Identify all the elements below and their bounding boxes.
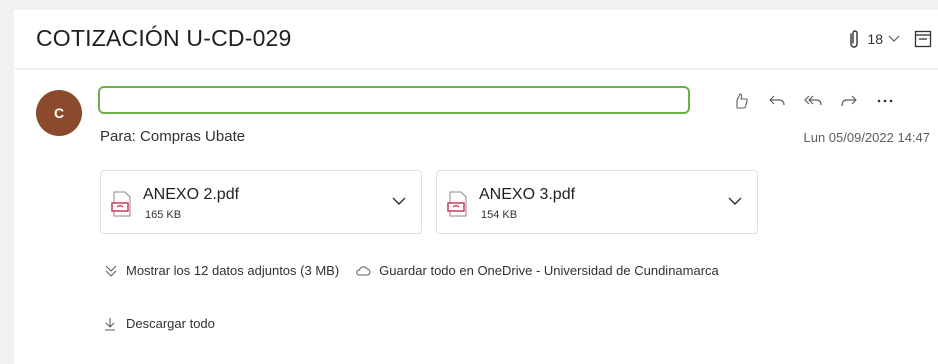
save-onedrive-link[interactable]: Guardar todo en OneDrive - Universidad d… — [355, 263, 719, 278]
show-all-label: Mostrar los 12 datos adjuntos (3 MB) — [126, 263, 340, 278]
reply-button[interactable] — [766, 90, 788, 112]
attachment-name: ANEXO 2.pdf — [143, 186, 240, 203]
show-all-link[interactable]: Mostrar los 12 datos adjuntos (3 MB) — [104, 263, 339, 278]
reply-icon — [769, 95, 785, 106]
attachment-card[interactable]: ANEXO 3.pdf 154 KB — [436, 170, 758, 234]
more-button[interactable] — [874, 90, 896, 112]
to-value[interactable]: Compras Ubate — [140, 128, 245, 145]
attachment-count: 18 — [867, 31, 883, 47]
avatar[interactable]: C — [36, 90, 82, 136]
message-body: C Para: Compras Ubate Lun 05/09/2022 14:… — [14, 70, 938, 364]
more-icon — [877, 99, 893, 103]
attachment-name: ANEXO 3.pdf — [479, 186, 576, 203]
paperclip-icon[interactable] — [847, 28, 861, 50]
pdf-file-icon — [447, 191, 467, 217]
subject-title: COTIZACIÓN U-CD-029 — [36, 25, 292, 51]
double-chevron-down-icon — [105, 265, 117, 277]
reading-pane-icon[interactable] — [914, 30, 932, 48]
like-button[interactable] — [730, 90, 752, 112]
message-date: Lun 05/09/2022 14:47 — [803, 130, 930, 145]
reply-all-icon — [804, 95, 822, 106]
download-icon — [105, 317, 115, 331]
attachment-size: 154 KB — [481, 209, 518, 221]
attachment-card[interactable]: ANEXO 2.pdf 165 KB — [100, 170, 422, 234]
sender-field[interactable] — [98, 86, 690, 114]
forward-button[interactable] — [838, 90, 860, 112]
forward-icon — [841, 95, 857, 107]
download-all-label: Descargar todo — [126, 316, 215, 331]
message-actions — [730, 90, 910, 112]
cloud-icon — [356, 265, 371, 275]
recipient-line: Para: Compras Ubate — [100, 128, 245, 145]
header-right: 18 — [847, 27, 932, 51]
to-label: Para: — [100, 128, 136, 145]
attachment-actions: Mostrar los 12 datos adjuntos (3 MB) Gua… — [104, 263, 719, 278]
pdf-file-icon — [111, 191, 131, 217]
chevron-down-icon[interactable] — [727, 195, 743, 207]
chevron-down-icon[interactable] — [888, 35, 900, 43]
save-onedrive-label: Guardar todo en OneDrive - Universidad d… — [379, 263, 719, 278]
reply-all-button[interactable] — [802, 90, 824, 112]
like-icon — [736, 93, 748, 109]
attachment-size: 165 KB — [145, 209, 182, 221]
message-header: COTIZACIÓN U-CD-029 18 — [14, 10, 938, 68]
chevron-down-icon[interactable] — [391, 195, 407, 207]
download-all-link[interactable]: Descargar todo — [104, 316, 215, 331]
